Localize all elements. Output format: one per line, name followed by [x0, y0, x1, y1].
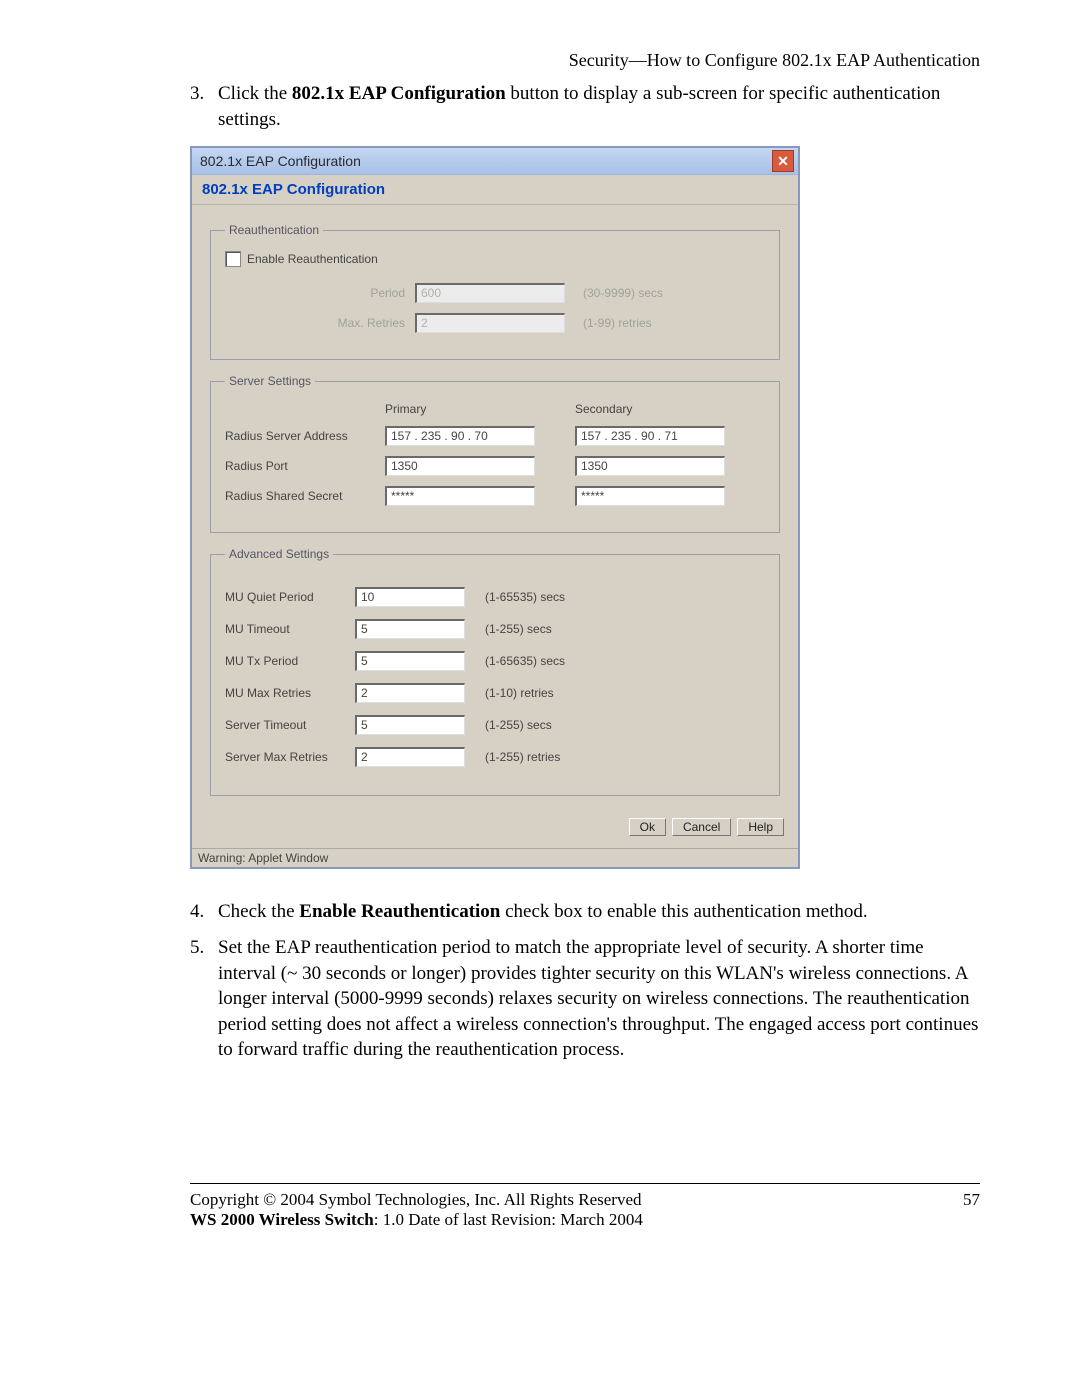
advanced-row-label: Server Max Retries [225, 750, 355, 764]
page-footer: Copyright © 2004 Symbol Technologies, In… [190, 1183, 980, 1230]
advanced-row-hint: (1-65635) secs [485, 654, 565, 668]
advanced-row-label: MU Timeout [225, 622, 355, 636]
step-5-text: Set the EAP reauthentication period to m… [218, 935, 980, 1063]
page-number: 57 [963, 1190, 980, 1230]
footer-product-rest: : 1.0 Date of last Revision: March 2004 [374, 1210, 643, 1229]
step-4-text-b: check box to enable this authentication … [500, 901, 867, 922]
advanced-row-label: MU Tx Period [225, 654, 355, 668]
max-retries-input[interactable]: 2 [415, 313, 565, 333]
advanced-row: Server Max Retries2 (1-255) retries [225, 747, 765, 767]
help-button[interactable]: Help [737, 818, 784, 836]
reauthentication-group: Reauthentication Enable Reauthentication… [210, 223, 780, 360]
radius-secret-label: Radius Shared Secret [225, 489, 385, 503]
radius-addr-secondary[interactable]: 157 . 235 . 90 . 71 [575, 426, 725, 446]
advanced-row-label: MU Max Retries [225, 686, 355, 700]
advanced-row-label: Server Timeout [225, 718, 355, 732]
radius-port-secondary[interactable]: 1350 [575, 456, 725, 476]
statusbar: Warning: Applet Window [192, 848, 798, 867]
advanced-row: MU Tx Period5 (1-65635) secs [225, 651, 765, 671]
advanced-settings-legend: Advanced Settings [225, 547, 333, 561]
reauthentication-legend: Reauthentication [225, 223, 323, 237]
advanced-row: MU Max Retries2 (1-10) retries [225, 683, 765, 703]
server-settings-legend: Server Settings [225, 374, 315, 388]
close-icon[interactable]: ✕ [772, 150, 794, 172]
step-5: 5. Set the EAP reauthentication period t… [190, 935, 980, 1063]
advanced-row-input[interactable]: 5 [355, 619, 465, 639]
radius-addr-primary[interactable]: 157 . 235 . 90 . 70 [385, 426, 535, 446]
enable-reauth-checkbox[interactable] [225, 251, 241, 267]
footer-copyright: Copyright © 2004 Symbol Technologies, In… [190, 1190, 643, 1210]
dialog-titlebar: 802.1x EAP Configuration ✕ [192, 148, 798, 175]
step-3-text-a: Click the [218, 83, 292, 104]
step-5-number: 5. [190, 935, 218, 1063]
step-3: 3. Click the 802.1x EAP Configuration bu… [190, 81, 980, 132]
advanced-row-hint: (1-255) retries [485, 750, 560, 764]
max-retries-label: Max. Retries [225, 316, 415, 330]
advanced-row-input[interactable]: 10 [355, 587, 465, 607]
secondary-header: Secondary [575, 402, 745, 416]
advanced-row: MU Quiet Period10 (1-65535) secs [225, 587, 765, 607]
footer-product-bold: WS 2000 Wireless Switch [190, 1210, 374, 1229]
step-3-bold: 802.1x EAP Configuration [292, 83, 506, 104]
dialog-title: 802.1x EAP Configuration [200, 153, 361, 169]
advanced-row: Server Timeout5 (1-255) secs [225, 715, 765, 735]
cancel-button[interactable]: Cancel [672, 818, 731, 836]
radius-addr-label: Radius Server Address [225, 429, 385, 443]
advanced-row-hint: (1-255) secs [485, 718, 552, 732]
radius-secret-primary[interactable]: ***** [385, 486, 535, 506]
panel-title: 802.1x EAP Configuration [192, 175, 798, 205]
period-label: Period [225, 286, 415, 300]
radius-port-label: Radius Port [225, 459, 385, 473]
primary-header: Primary [385, 402, 555, 416]
page-header: Security—How to Configure 802.1x EAP Aut… [100, 50, 980, 71]
max-retries-hint: (1-99) retries [583, 316, 652, 330]
advanced-settings-group: Advanced Settings MU Quiet Period10 (1-65… [210, 547, 780, 796]
advanced-row: MU Timeout5 (1-255) secs [225, 619, 765, 639]
step-3-number: 3. [190, 81, 218, 132]
enable-reauth-label: Enable Reauthentication [247, 252, 378, 266]
radius-secret-secondary[interactable]: ***** [575, 486, 725, 506]
radius-port-primary[interactable]: 1350 [385, 456, 535, 476]
advanced-row-hint: (1-255) secs [485, 622, 552, 636]
advanced-row-label: MU Quiet Period [225, 590, 355, 604]
server-settings-group: Server Settings Primary Secondary Radius… [210, 374, 780, 533]
step-4-number: 4. [190, 899, 218, 925]
step-4: 4. Check the Enable Reauthentication che… [190, 899, 980, 925]
period-hint: (30-9999) secs [583, 286, 663, 300]
advanced-row-hint: (1-65535) secs [485, 590, 565, 604]
advanced-row-input[interactable]: 5 [355, 715, 465, 735]
step-4-bold: Enable Reauthentication [299, 901, 500, 922]
advanced-row-input[interactable]: 5 [355, 651, 465, 671]
advanced-row-hint: (1-10) retries [485, 686, 554, 700]
eap-config-dialog: 802.1x EAP Configuration ✕ 802.1x EAP Co… [190, 146, 800, 869]
advanced-row-input[interactable]: 2 [355, 683, 465, 703]
advanced-row-input[interactable]: 2 [355, 747, 465, 767]
step-4-text-a: Check the [218, 901, 299, 922]
period-input[interactable]: 600 [415, 283, 565, 303]
ok-button[interactable]: Ok [629, 818, 666, 836]
